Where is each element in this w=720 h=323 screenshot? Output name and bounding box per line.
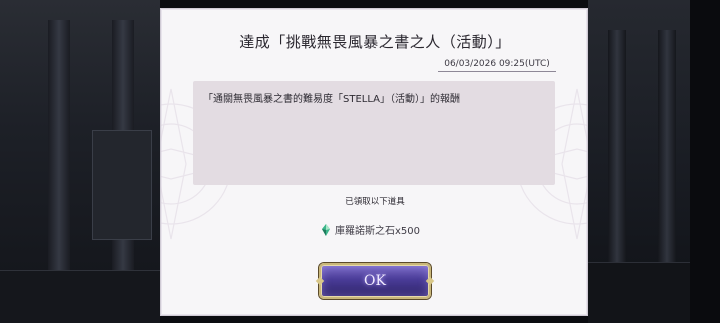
background-scene-left	[0, 0, 160, 323]
background-pillar	[658, 30, 676, 290]
reward-label: 庫羅諾斯之石x500	[335, 226, 421, 237]
timestamp: 06/03/2026 09:25(UTC)	[444, 59, 550, 69]
button-corner-ornament	[315, 276, 325, 286]
screen-edge-right	[690, 0, 720, 323]
message-box: 「通關無畏風暴之書的難易度「STELLA」（活動）」的報酬	[193, 81, 555, 185]
background-panel	[92, 130, 152, 240]
ok-button[interactable]: OK	[315, 263, 435, 299]
ok-button-label: OK	[364, 273, 386, 289]
button-corner-ornament	[425, 276, 435, 286]
background-pillar	[48, 20, 70, 300]
reward-dialog: 達成「挑戰無畏風暴之書之人（活動）」 06/03/2026 09:25(UTC)…	[160, 8, 588, 316]
lacrimosa-stone-icon	[322, 223, 330, 236]
dialog-title: 達成「挑戰無畏風暴之書之人（活動）」	[239, 33, 511, 51]
background-floor	[0, 270, 160, 323]
received-items-label: 已領取以下道具	[345, 197, 405, 207]
timestamp-underline	[438, 71, 556, 72]
message-text: 「通關無畏風暴之書的難易度「STELLA」（活動）」的報酬	[203, 94, 460, 105]
reward-item: 庫羅諾斯之石x500	[321, 222, 420, 237]
background-pillar	[608, 30, 626, 290]
